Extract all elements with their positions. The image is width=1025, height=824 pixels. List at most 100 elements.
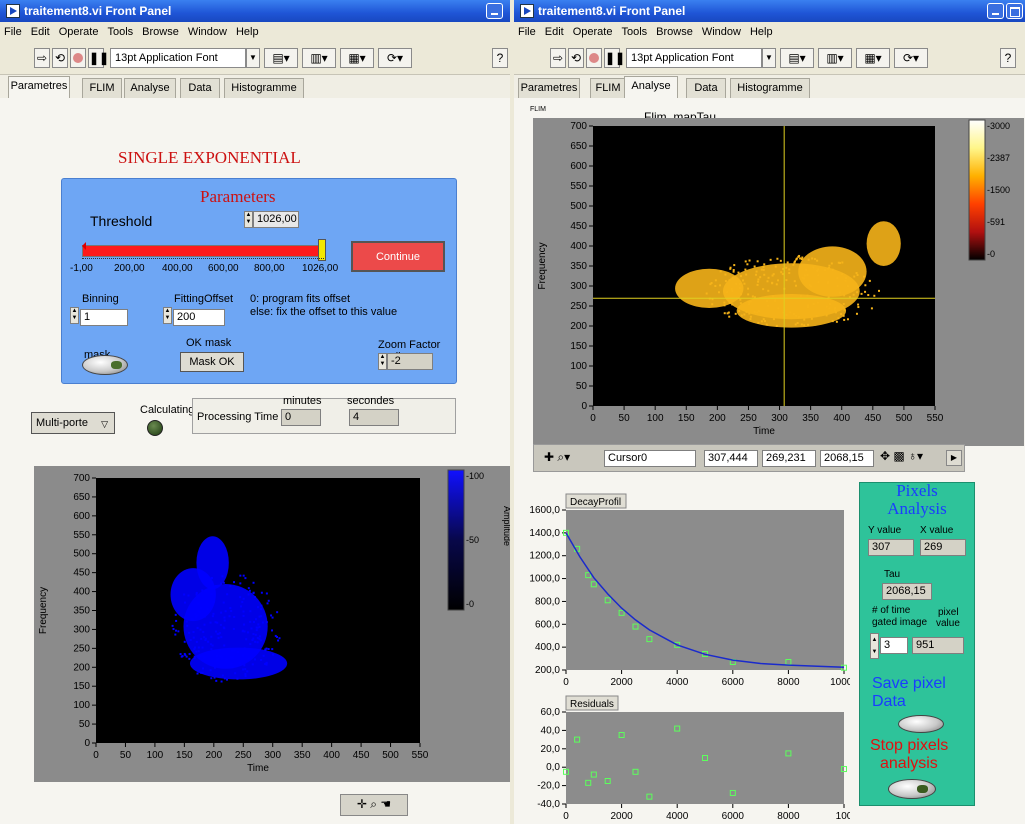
tab-histogramme[interactable]: Histogramme <box>224 78 304 98</box>
save-pixel-button[interactable] <box>898 715 944 733</box>
binning-spinner[interactable]: ▲ ▼ <box>70 307 79 324</box>
zoom-factor-value[interactable]: -2 <box>387 353 433 370</box>
zoom-icon[interactable]: ⌕ <box>370 797 377 811</box>
intensity-speckle <box>212 600 215 603</box>
intensity-speckle <box>228 615 231 618</box>
mask-ok-button[interactable]: Mask OK <box>180 352 244 372</box>
menu-tools[interactable]: Tools <box>621 26 647 38</box>
menu-browse[interactable]: Browse <box>142 26 179 38</box>
run-continuously-icon[interactable]: ⟲ <box>568 48 584 68</box>
distribute-icon[interactable]: ▥▾ <box>302 48 336 68</box>
intensity-speckle <box>845 277 848 280</box>
intensity-speckle <box>775 283 778 286</box>
menu-window[interactable]: Window <box>188 26 227 38</box>
zoom-factor-spinner[interactable]: ▲ ▼ <box>378 353 387 370</box>
intensity-speckle <box>200 637 203 640</box>
distribute-icon[interactable]: ▥▾ <box>818 48 852 68</box>
abort-icon[interactable] <box>70 48 86 68</box>
intensity-speckle <box>210 677 213 680</box>
intensity-speckle <box>267 599 270 602</box>
intensity-speckle <box>812 266 815 269</box>
intensity-speckle <box>252 637 255 640</box>
cursor-y-value[interactable]: 269,231 <box>762 450 816 467</box>
cursor-crosshair-icon[interactable]: ✛ <box>357 797 367 811</box>
cursor-style-icon[interactable]: ✥ ▩ ♁▾ <box>880 449 923 463</box>
maximize-button[interactable] <box>1006 3 1023 19</box>
font-dropdown-icon[interactable]: ▼ <box>762 48 776 68</box>
resize-icon[interactable]: ▦▾ <box>340 48 374 68</box>
pause-icon[interactable]: ❚❚ <box>604 48 625 68</box>
intensity-speckle <box>219 623 222 626</box>
tab-parametres[interactable]: Parametres <box>518 78 580 98</box>
menu-help[interactable]: Help <box>236 26 259 38</box>
gates-input[interactable]: 3 <box>880 637 908 654</box>
continue-button[interactable]: Continue <box>351 241 445 272</box>
mask-toggle[interactable] <box>82 355 128 375</box>
left-title-bar: traitement8.vi Front Panel <box>0 0 510 22</box>
x-tick-label: 500 <box>382 750 399 761</box>
intensity-speckle <box>244 668 247 671</box>
font-dropdown-icon[interactable]: ▼ <box>246 48 260 68</box>
align-icon[interactable]: ▤▾ <box>780 48 814 68</box>
save-pixel-label-1: Save pixel <box>872 675 946 692</box>
intensity-speckle <box>825 314 828 317</box>
hand-pan-icon[interactable]: ☚ <box>380 797 391 811</box>
slider-decrement-icon[interactable] <box>82 242 86 250</box>
cursor-tools-icon[interactable]: ✚ ⌕▾ <box>544 448 584 466</box>
gates-spinner[interactable]: ▲ ▼ <box>870 633 879 659</box>
tab-analyse[interactable]: Analyse <box>124 78 176 98</box>
help-icon[interactable]: ? <box>1000 48 1016 68</box>
fitting-offset-input[interactable]: 200 <box>173 309 225 326</box>
resize-icon[interactable]: ▦▾ <box>856 48 890 68</box>
menu-operate[interactable]: Operate <box>573 26 613 38</box>
menu-tools[interactable]: Tools <box>107 26 133 38</box>
tab-data[interactable]: Data <box>180 78 220 98</box>
scroll-right-icon[interactable]: ▶ <box>946 450 962 466</box>
menu-edit[interactable]: Edit <box>545 26 564 38</box>
tab-flim[interactable]: FLIM <box>82 78 122 98</box>
intensity-speckle <box>254 640 257 643</box>
intensity-speckle <box>811 257 814 260</box>
menu-help[interactable]: Help <box>750 26 773 38</box>
tab-data[interactable]: Data <box>686 78 726 98</box>
multi-porte-select[interactable]: Multi-porte ▽ <box>31 412 115 434</box>
minimize-button[interactable] <box>987 3 1004 19</box>
menu-operate[interactable]: Operate <box>59 26 99 38</box>
intensity-speckle <box>186 624 189 627</box>
intensity-speckle <box>763 273 766 276</box>
tab-flim[interactable]: FLIM <box>590 78 626 98</box>
intensity-speckle <box>843 294 846 297</box>
reorder-icon[interactable]: ⟳▾ <box>894 48 928 68</box>
menu-window[interactable]: Window <box>702 26 741 38</box>
run-arrow-icon[interactable]: ⇨ <box>34 48 50 68</box>
menu-file[interactable]: File <box>4 26 22 38</box>
residuals-svg: Residuals 60,0 40,0 20,0 0,0 -20,0 -40,00 2000 4… <box>537 695 853 822</box>
tab-parametres[interactable]: Parametres <box>8 76 70 98</box>
threshold-spinner[interactable]: ▲ ▼ <box>244 211 253 228</box>
font-select[interactable]: 13pt Application Font <box>110 48 246 68</box>
intensity-speckle <box>852 293 855 296</box>
threshold-slider-track[interactable] <box>82 245 324 257</box>
stop-pixels-button[interactable] <box>888 779 936 799</box>
cursor-x-value[interactable]: 307,444 <box>704 450 758 467</box>
font-select[interactable]: 13pt Application Font <box>626 48 762 68</box>
intensity-speckle <box>831 268 834 271</box>
minimize-button[interactable] <box>486 3 503 19</box>
menu-browse[interactable]: Browse <box>656 26 693 38</box>
run-continuously-icon[interactable]: ⟲ <box>52 48 68 68</box>
pause-icon[interactable]: ❚❚ <box>88 48 109 68</box>
tab-histogramme[interactable]: Histogramme <box>730 78 810 98</box>
cursor-name[interactable]: Cursor0 <box>604 450 696 467</box>
menu-edit[interactable]: Edit <box>31 26 50 38</box>
align-icon[interactable]: ▤▾ <box>264 48 298 68</box>
help-icon[interactable]: ? <box>492 48 508 68</box>
tab-analyse[interactable]: Analyse <box>624 76 678 98</box>
binning-input[interactable]: 1 <box>80 309 128 326</box>
menu-file[interactable]: File <box>518 26 536 38</box>
reorder-icon[interactable]: ⟳▾ <box>378 48 412 68</box>
abort-icon[interactable] <box>586 48 602 68</box>
fitting-offset-spinner[interactable]: ▲ ▼ <box>163 307 172 324</box>
cursor-z-value[interactable]: 2068,15 <box>820 450 874 467</box>
run-arrow-icon[interactable]: ⇨ <box>550 48 566 68</box>
threshold-value[interactable]: 1026,00 <box>253 211 299 228</box>
